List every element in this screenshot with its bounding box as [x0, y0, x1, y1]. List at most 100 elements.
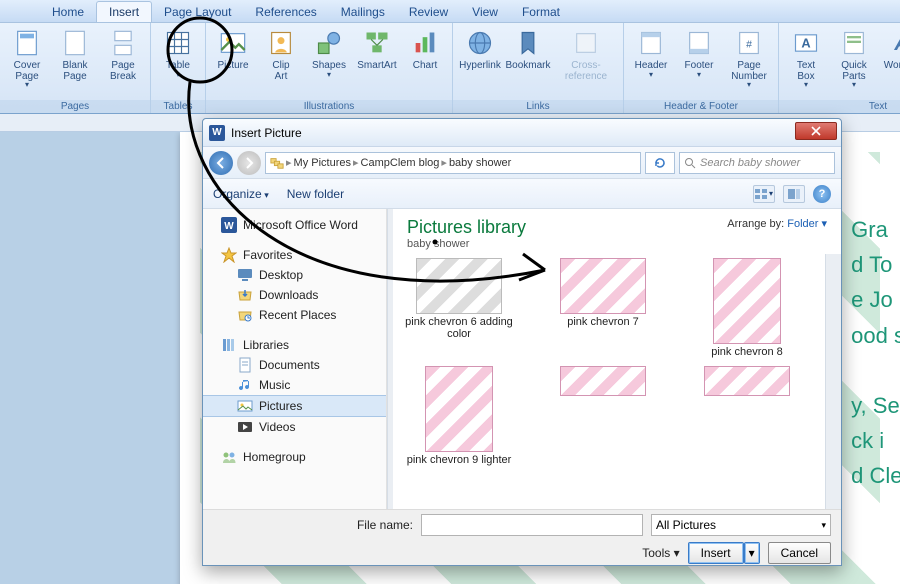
file-filter-dropdown[interactable]: All Pictures▾ — [651, 514, 831, 536]
tab-page-layout[interactable]: Page Layout — [152, 2, 243, 22]
bookmark-icon — [512, 27, 544, 59]
tree-node-desktop[interactable]: Desktop — [203, 265, 386, 285]
page-break-icon — [107, 27, 139, 59]
shapes-button[interactable]: Shapes — [306, 25, 352, 84]
quickparts-button[interactable]: QuickParts — [831, 25, 877, 91]
dialog-navbar: ▸My Pictures ▸CampClem blog ▸baby shower… — [203, 147, 841, 179]
close-button[interactable] — [795, 122, 837, 140]
table-button[interactable]: Table — [155, 25, 201, 81]
bookmark-button[interactable]: Bookmark — [505, 25, 551, 84]
dialog-toolbar: Organize New folder ▾ ? — [203, 179, 841, 209]
tab-home[interactable]: Home — [40, 2, 96, 22]
nav-tree: WMicrosoft Office Word Favorites Desktop… — [203, 209, 387, 509]
wordart-icon: A — [886, 27, 900, 59]
tab-review[interactable]: Review — [397, 2, 460, 22]
textbox-button[interactable]: ATextBox — [783, 25, 829, 91]
dialog-title-text: Insert Picture — [231, 126, 302, 140]
crossref-button[interactable]: Cross-reference — [553, 25, 619, 84]
wordart-button[interactable]: AWordArt — [879, 25, 900, 91]
group-label-text: Text — [779, 100, 900, 113]
group-text: ATextBox QuickParts AWordArt ADropCap Te… — [779, 23, 900, 113]
preview-pane-button[interactable] — [783, 185, 805, 203]
folder-stack-icon — [270, 156, 284, 170]
music-icon — [237, 377, 253, 393]
tree-node-recent[interactable]: Recent Places — [203, 305, 386, 325]
ribbon-tab-strip: Home Insert Page Layout References Maili… — [0, 0, 900, 22]
smartart-icon — [361, 27, 393, 59]
search-icon — [684, 157, 696, 169]
filename-input[interactable] — [421, 514, 643, 536]
crossref-icon — [570, 27, 602, 59]
tab-insert[interactable]: Insert — [96, 1, 152, 22]
picture-icon — [217, 27, 249, 59]
tree-node-downloads[interactable]: Downloads — [203, 285, 386, 305]
chart-button[interactable]: Chart — [402, 25, 448, 84]
blank-page-button[interactable]: BlankPage — [52, 25, 98, 91]
tab-mailings[interactable]: Mailings — [329, 2, 397, 22]
cover-page-button[interactable]: CoverPage — [4, 25, 50, 91]
search-placeholder: Search baby shower — [700, 157, 800, 169]
arrange-by[interactable]: Arrange by: Folder ▾ — [727, 217, 827, 250]
clipart-button[interactable]: ClipArt — [258, 25, 304, 84]
tree-node-music[interactable]: Music — [203, 375, 386, 395]
header-button[interactable]: Header — [628, 25, 674, 91]
nav-forward-button[interactable] — [237, 151, 261, 175]
arrow-left-icon — [215, 157, 227, 169]
tools-dropdown[interactable]: Tools ▾ — [642, 546, 679, 560]
videos-icon — [237, 419, 253, 435]
group-pages: CoverPage BlankPage PageBreak Pages — [0, 23, 151, 113]
hyperlink-button[interactable]: Hyperlink — [457, 25, 503, 84]
organize-button[interactable]: Organize — [213, 187, 269, 201]
thumbnail-grid: pink chevron 6 adding color pink chevron… — [393, 254, 825, 509]
tree-node-msword[interactable]: WMicrosoft Office Word — [203, 215, 386, 235]
tab-references[interactable]: References — [243, 2, 328, 22]
libraries-icon — [221, 337, 237, 353]
group-illustrations: Picture ClipArt Shapes SmartArt Chart Il… — [206, 23, 453, 113]
tree-node-pictures[interactable]: Pictures — [203, 395, 386, 417]
tree-node-libraries[interactable]: Libraries — [203, 335, 386, 355]
insert-button[interactable]: Insert — [688, 542, 744, 564]
svg-text:A: A — [893, 32, 900, 55]
tab-view[interactable]: View — [460, 2, 510, 22]
tree-node-documents[interactable]: Documents — [203, 355, 386, 375]
clipart-icon — [265, 27, 297, 59]
group-label-pages: Pages — [0, 100, 150, 113]
thumb-pink-chevron-6[interactable]: pink chevron 6 adding color — [399, 258, 519, 358]
thumb-partial-2[interactable] — [687, 366, 807, 466]
page-number-button[interactable]: #PageNumber — [724, 25, 774, 91]
breadcrumb[interactable]: ▸My Pictures ▸CampClem blog ▸baby shower — [265, 152, 641, 174]
refresh-icon — [654, 157, 666, 169]
group-label-illustrations: Illustrations — [206, 100, 452, 113]
group-label-hf: Header & Footer — [624, 100, 778, 113]
refresh-button[interactable] — [645, 152, 675, 174]
tab-format[interactable]: Format — [510, 2, 572, 22]
search-box[interactable]: Search baby shower — [679, 152, 835, 174]
insert-picture-dialog: W Insert Picture ▸My Pictures ▸CampClem … — [202, 118, 842, 566]
file-content-pane: Pictures library baby shower Arrange by:… — [393, 209, 841, 509]
close-icon — [811, 126, 821, 136]
cancel-button[interactable]: Cancel — [768, 542, 831, 564]
thumb-partial-1[interactable] — [543, 366, 663, 466]
view-mode-button[interactable]: ▾ — [753, 185, 775, 203]
nav-back-button[interactable] — [209, 151, 233, 175]
thumb-pink-chevron-9[interactable]: pink chevron 9 lighter — [399, 366, 519, 466]
picture-button[interactable]: Picture — [210, 25, 256, 84]
smartart-button[interactable]: SmartArt — [354, 25, 400, 84]
tree-node-videos[interactable]: Videos — [203, 417, 386, 437]
dialog-titlebar[interactable]: W Insert Picture — [203, 119, 841, 147]
homegroup-icon — [221, 449, 237, 465]
page-break-button[interactable]: PageBreak — [100, 25, 146, 91]
tree-node-homegroup[interactable]: Homegroup — [203, 447, 386, 467]
footer-button[interactable]: Footer — [676, 25, 722, 91]
tree-node-favorites[interactable]: Favorites — [203, 245, 386, 265]
content-scrollbar[interactable] — [825, 254, 841, 509]
documents-icon — [237, 357, 253, 373]
insert-split-button[interactable]: ▾ — [744, 542, 760, 564]
thumb-pink-chevron-8[interactable]: pink chevron 8 — [687, 258, 807, 358]
preview-icon — [788, 189, 800, 199]
blank-page-icon — [59, 27, 91, 59]
thumb-pink-chevron-7[interactable]: pink chevron 7 — [543, 258, 663, 358]
quickparts-icon — [838, 27, 870, 59]
help-button[interactable]: ? — [813, 185, 831, 203]
new-folder-button[interactable]: New folder — [287, 187, 344, 201]
